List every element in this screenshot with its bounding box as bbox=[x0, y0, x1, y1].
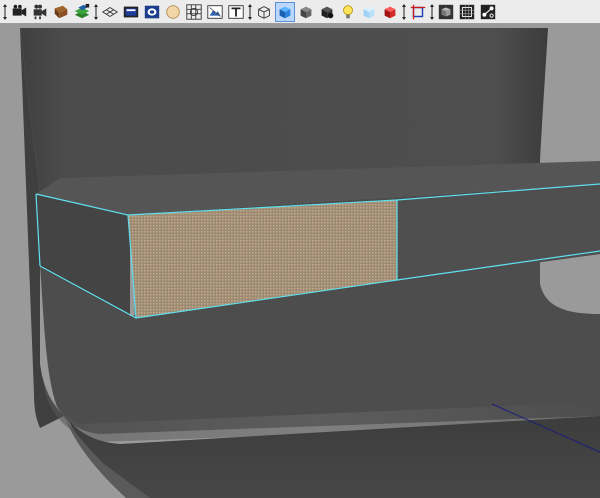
cube-dark-button[interactable] bbox=[317, 2, 337, 22]
grid-box-button[interactable] bbox=[457, 2, 477, 22]
sphere-icon bbox=[164, 3, 182, 21]
tumble-camera-icon bbox=[31, 3, 49, 21]
cube-wire-button[interactable] bbox=[254, 2, 274, 22]
layers-icon bbox=[73, 3, 91, 21]
transform-frame-icon bbox=[409, 3, 427, 21]
viewport-toolbar bbox=[0, 0, 600, 24]
cube-wire-icon bbox=[255, 3, 273, 21]
3d-viewport[interactable] bbox=[0, 24, 600, 498]
cube-shaded-icon bbox=[297, 3, 315, 21]
modeling-app bbox=[0, 0, 600, 498]
xray-grid-icon bbox=[185, 3, 203, 21]
ice-cube-button[interactable] bbox=[359, 2, 379, 22]
toolbar-separator-handle[interactable] bbox=[401, 2, 407, 22]
transform-frame-button[interactable] bbox=[408, 2, 428, 22]
text-t-button[interactable] bbox=[226, 2, 246, 22]
toolbar-separator-handle[interactable] bbox=[247, 2, 253, 22]
sphere-button[interactable] bbox=[163, 2, 183, 22]
shaded-sphere-button[interactable] bbox=[142, 2, 162, 22]
book-icon bbox=[52, 3, 70, 21]
toolbar-separator-handle[interactable] bbox=[2, 2, 8, 22]
cube-smooth-shaded-icon bbox=[276, 3, 294, 21]
text-t-icon bbox=[227, 3, 245, 21]
texture-map-icon bbox=[206, 3, 224, 21]
toolbar-separator-handle[interactable] bbox=[429, 2, 435, 22]
film-strip-button[interactable] bbox=[121, 2, 141, 22]
cube-smooth-shaded-button[interactable] bbox=[275, 1, 295, 22]
node-graph-icon bbox=[479, 3, 497, 21]
lightbulb-icon bbox=[339, 3, 357, 21]
select-camera-icon bbox=[10, 3, 28, 21]
isolate-cube-button[interactable] bbox=[436, 2, 456, 22]
red-cube-icon bbox=[381, 3, 399, 21]
texture-map-button[interactable] bbox=[205, 2, 225, 22]
grid-box-icon bbox=[458, 3, 476, 21]
wireframe-grid-button[interactable] bbox=[100, 2, 120, 22]
wireframe-grid-icon bbox=[101, 3, 119, 21]
cube-shaded-button[interactable] bbox=[296, 2, 316, 22]
red-cube-button[interactable] bbox=[380, 2, 400, 22]
lightbulb-button[interactable] bbox=[338, 2, 358, 22]
film-strip-icon bbox=[122, 3, 140, 21]
ice-cube-icon bbox=[360, 3, 378, 21]
isolate-cube-icon bbox=[437, 3, 455, 21]
select-camera-button[interactable] bbox=[9, 2, 29, 22]
shaded-sphere-icon bbox=[143, 3, 161, 21]
cube-dark-icon bbox=[318, 3, 336, 21]
layers-button[interactable] bbox=[72, 2, 92, 22]
node-graph-button[interactable] bbox=[478, 2, 498, 22]
tumble-camera-button[interactable] bbox=[30, 2, 50, 22]
toolbar-separator-handle[interactable] bbox=[93, 2, 99, 22]
xray-grid-button[interactable] bbox=[184, 2, 204, 22]
book-button[interactable] bbox=[51, 2, 71, 22]
